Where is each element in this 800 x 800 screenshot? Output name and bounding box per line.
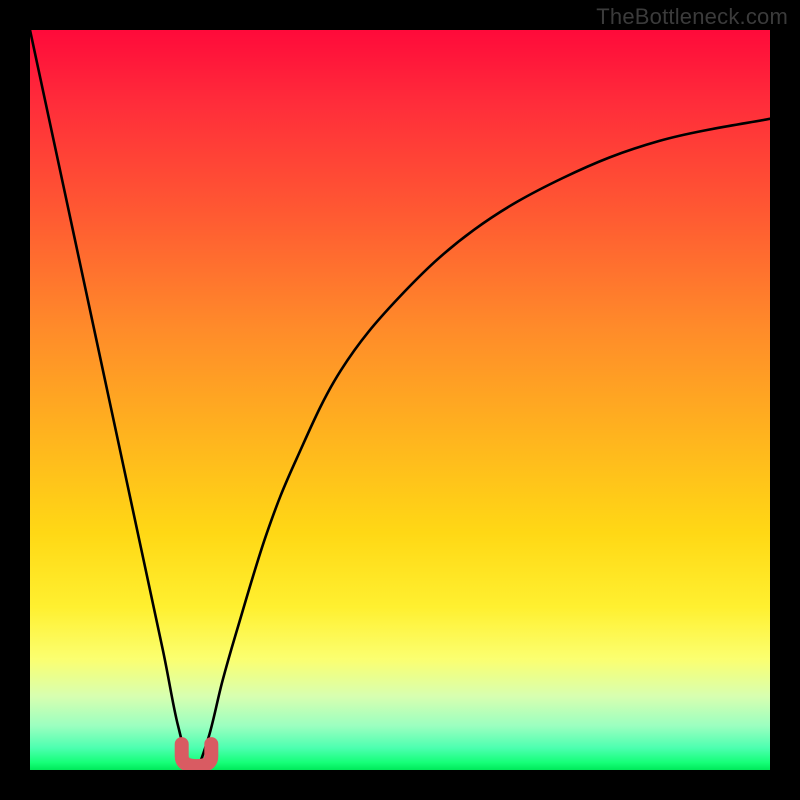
plot-area xyxy=(30,30,770,770)
optimal-marker xyxy=(182,744,212,766)
chart-frame: TheBottleneck.com xyxy=(0,0,800,800)
bottleneck-curve-line xyxy=(30,30,770,770)
watermark-text: TheBottleneck.com xyxy=(596,4,788,30)
bottleneck-curve-svg xyxy=(30,30,770,770)
